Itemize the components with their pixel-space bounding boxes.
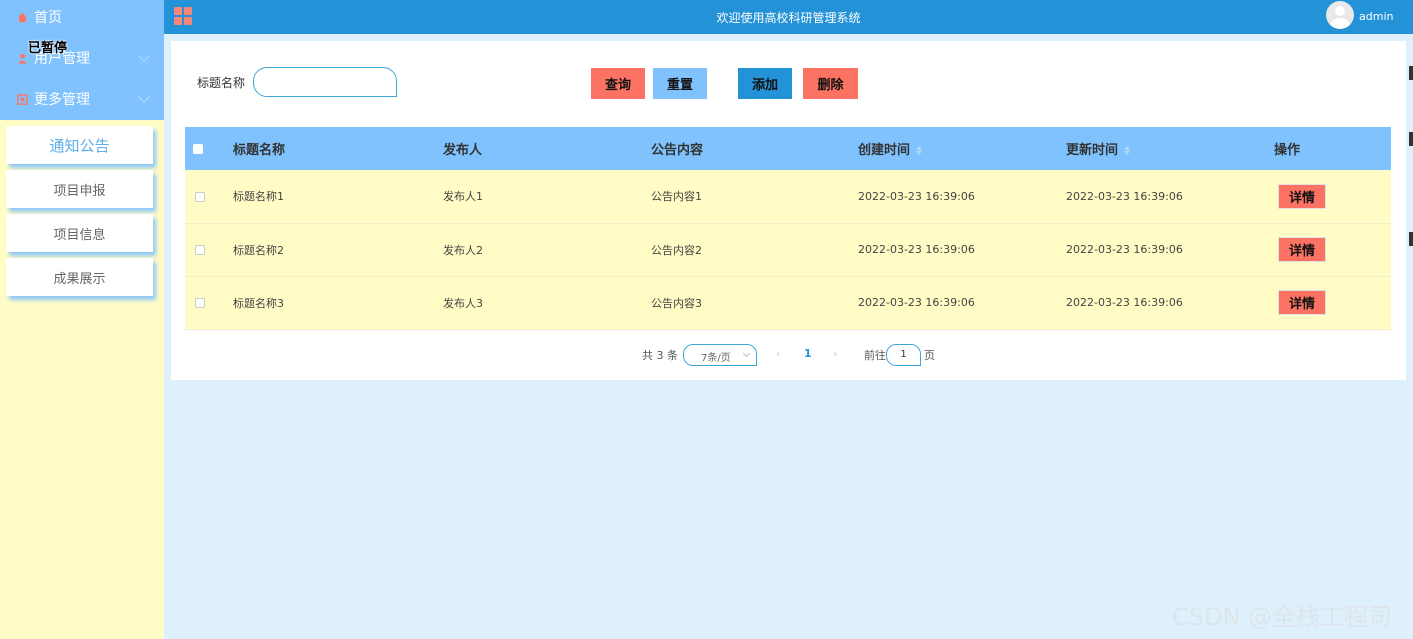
row-checkbox[interactable] <box>195 298 205 308</box>
cell-updated: 2022-03-23 16:39:06 <box>1066 296 1183 309</box>
cell-publisher: 发布人3 <box>443 296 483 310</box>
paused-overlay-text: 已暂停 <box>28 41 68 56</box>
table-header-row: 标题名称 发布人 公告内容 创建时间 更新时间 操作 <box>185 127 1391 170</box>
sidebar-submenu: 通知公告 项目申报 项目信息 成果展示 <box>6 126 158 302</box>
sidebar-item-label: 更多管理 <box>34 92 90 108</box>
more-icon <box>16 93 28 105</box>
page-title: 欢迎使用高校科研管理系统 <box>716 11 861 25</box>
cell-updated: 2022-03-23 16:39:06 <box>1066 243 1183 256</box>
column-header-action: 操作 <box>1274 143 1301 158</box>
cell-created: 2022-03-23 16:39:06 <box>858 243 975 256</box>
column-header-label: 更新时间 <box>1066 143 1119 158</box>
notice-table: 标题名称 发布人 公告内容 创建时间 更新时间 操作 标题名称1 发布人1 公告… <box>185 127 1391 330</box>
sidebar: 首页 用户管理 更多管理 已暂停 通知公告 项目申报 项目信息 成果展示 <box>0 0 164 639</box>
search-label: 标题名称 <box>197 76 246 90</box>
column-header-updated[interactable]: 更新时间 <box>1066 127 1274 170</box>
goto-label: 前往 <box>864 349 886 362</box>
reset-button[interactable]: 重置 <box>653 68 707 99</box>
page-size-value: 7条/页 <box>701 353 731 364</box>
cell-title: 标题名称1 <box>233 190 284 204</box>
sort-icon[interactable] <box>916 146 923 155</box>
goto-unit: 页 <box>924 349 935 362</box>
table-row: 标题名称3 发布人3 公告内容3 2022-03-23 16:39:06 202… <box>185 276 1391 329</box>
edge-mark <box>1409 232 1413 246</box>
sidebar-item-project-application[interactable]: 项目申报 <box>6 170 153 208</box>
column-header-content: 公告内容 <box>651 143 704 158</box>
chevron-down-icon <box>742 349 751 358</box>
watermark: CSDN @全栈工程司 <box>1172 603 1393 631</box>
sidebar-item-results[interactable]: 成果展示 <box>6 258 153 296</box>
edge-mark <box>1409 132 1413 146</box>
sidebar-item-project-info[interactable]: 项目信息 <box>6 214 153 252</box>
cell-content: 公告内容1 <box>651 190 702 204</box>
sidebar-item-label: 首页 <box>34 10 62 26</box>
avatar[interactable] <box>1326 1 1354 29</box>
sidebar-item-home[interactable]: 首页 <box>0 0 164 34</box>
query-button[interactable]: 查询 <box>591 68 645 99</box>
search-input[interactable] <box>253 67 397 97</box>
detail-button[interactable]: 详情 <box>1278 290 1326 315</box>
delete-button[interactable]: 删除 <box>803 68 858 99</box>
sidebar-item-notices[interactable]: 通知公告 <box>6 126 153 164</box>
sort-icon[interactable] <box>1124 146 1131 155</box>
cell-publisher: 发布人2 <box>443 243 483 257</box>
row-checkbox[interactable] <box>195 191 205 202</box>
detail-button[interactable]: 详情 <box>1278 237 1326 262</box>
cell-publisher: 发布人1 <box>443 190 483 204</box>
main-content-card: 标题名称 查询 重置 添加 删除 标题名称 发布人 公告内容 创建时间 更新时间… <box>171 41 1406 380</box>
select-all-checkbox[interactable] <box>193 143 203 154</box>
username[interactable]: admin <box>1359 10 1393 23</box>
cell-title: 标题名称3 <box>233 296 284 310</box>
cell-title: 标题名称2 <box>233 243 284 257</box>
sidebar-item-more-management[interactable]: 更多管理 <box>0 82 164 116</box>
prev-page-button[interactable]: ‹ <box>776 347 780 360</box>
detail-button[interactable]: 详情 <box>1278 183 1326 209</box>
cell-content: 公告内容2 <box>651 243 702 257</box>
next-page-button[interactable]: › <box>833 347 837 360</box>
column-header-title: 标题名称 <box>233 143 286 158</box>
table-row: 标题名称2 发布人2 公告内容2 2022-03-23 16:39:06 202… <box>185 223 1391 276</box>
user-icon <box>16 52 28 64</box>
cell-updated: 2022-03-23 16:39:06 <box>1066 189 1183 203</box>
pagination: 共 3 条 7条/页 ‹ 1 › 前往 1 页 <box>171 344 1406 366</box>
chevron-down-icon <box>138 91 150 103</box>
goto-page-input[interactable]: 1 <box>886 344 921 366</box>
chevron-down-icon <box>138 50 150 62</box>
cell-created: 2022-03-23 16:39:06 <box>858 189 975 203</box>
row-checkbox[interactable] <box>195 245 205 255</box>
sidebar-top-menu: 首页 用户管理 更多管理 已暂停 <box>0 0 164 120</box>
cell-content: 公告内容3 <box>651 296 702 310</box>
page-number-current[interactable]: 1 <box>804 347 812 360</box>
table-row: 标题名称1 发布人1 公告内容1 2022-03-23 16:39:06 202… <box>185 170 1391 223</box>
page-size-select[interactable]: 7条/页 <box>683 344 757 366</box>
sidebar-item-user-management[interactable]: 用户管理 <box>0 41 164 75</box>
top-header: 欢迎使用高校科研管理系统 admin <box>164 0 1413 34</box>
add-button[interactable]: 添加 <box>738 68 792 99</box>
edge-mark <box>1409 66 1413 80</box>
cell-created: 2022-03-23 16:39:06 <box>858 296 975 309</box>
home-icon <box>16 11 28 23</box>
column-header-publisher: 发布人 <box>443 143 483 158</box>
column-header-label: 创建时间 <box>858 143 911 158</box>
pagination-total: 共 3 条 <box>642 349 678 362</box>
column-header-created[interactable]: 创建时间 <box>858 127 1066 170</box>
